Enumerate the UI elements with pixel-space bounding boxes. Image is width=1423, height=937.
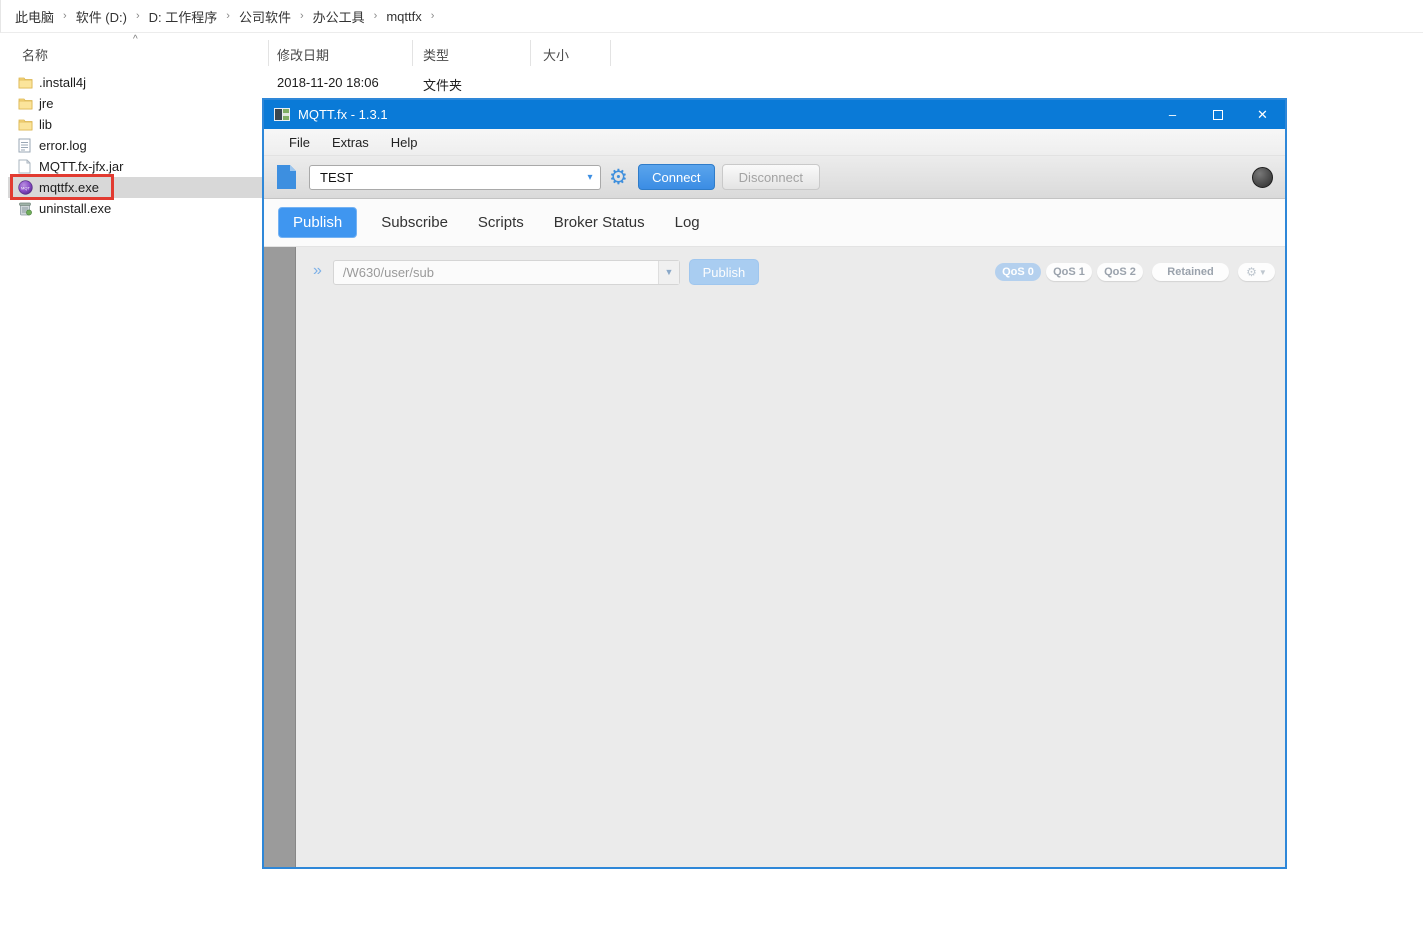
menu-help[interactable]: Help bbox=[380, 135, 429, 150]
uninstaller-icon bbox=[18, 201, 33, 216]
breadcrumb-separator: › bbox=[136, 10, 140, 22]
connect-button[interactable]: Connect bbox=[638, 164, 715, 190]
tab-bar: Publish Subscribe Scripts Broker Status … bbox=[264, 199, 1285, 247]
breadcrumb-separator: › bbox=[226, 10, 230, 22]
qos0-toggle[interactable]: QoS 0 bbox=[995, 263, 1041, 281]
jar-file-icon bbox=[18, 159, 33, 174]
breadcrumb-item-mqttfx[interactable]: mqttfx bbox=[386, 9, 421, 24]
log-file-icon bbox=[18, 138, 33, 153]
folder-icon bbox=[18, 96, 33, 111]
breadcrumb-separator: › bbox=[300, 10, 304, 22]
publish-tab-content: » /W630/user/sub ▼ Publish QoS 0 QoS 1 Q… bbox=[264, 247, 1285, 867]
file-row-install4j[interactable]: .install4j 2018-11-20 18:06 文件夹 bbox=[0, 72, 620, 93]
publish-topic-dropdown[interactable]: /W630/user/sub ▼ bbox=[333, 260, 680, 285]
qos2-toggle[interactable]: QoS 2 bbox=[1097, 263, 1143, 281]
column-divider[interactable] bbox=[412, 40, 413, 66]
file-type: 文件夹 bbox=[423, 75, 462, 94]
maximize-button[interactable] bbox=[1195, 100, 1240, 129]
close-button[interactable]: ✕ bbox=[1240, 100, 1285, 129]
menu-file[interactable]: File bbox=[278, 135, 321, 150]
file-date-modified: 2018-11-20 18:06 bbox=[277, 75, 379, 90]
file-name: error.log bbox=[39, 138, 87, 153]
column-header-size[interactable]: 大小 bbox=[543, 45, 569, 64]
connection-profile-dropdown[interactable]: TEST ▾ bbox=[309, 165, 601, 190]
publish-controls-row: » /W630/user/sub ▼ Publish QoS 0 QoS 1 Q… bbox=[296, 257, 1285, 287]
file-name: lib bbox=[39, 117, 52, 132]
file-name: .install4j bbox=[39, 75, 86, 90]
tab-broker-status[interactable]: Broker Status bbox=[554, 214, 645, 231]
menu-extras[interactable]: Extras bbox=[321, 135, 380, 150]
connection-status-indicator bbox=[1252, 167, 1273, 188]
breadcrumb: 此电脑 › 软件 (D:) › D: 工作程序 › 公司软件 › 办公工具 › … bbox=[0, 0, 1423, 33]
file-list-column-headers: ^ 名称 修改日期 类型 大小 bbox=[0, 40, 700, 66]
chevron-down-icon[interactable]: ▼ bbox=[658, 261, 679, 284]
column-header-type[interactable]: 类型 bbox=[423, 45, 449, 64]
column-header-name[interactable]: 名称 bbox=[22, 45, 48, 64]
breadcrumb-item-this-pc[interactable]: 此电脑 bbox=[15, 7, 54, 26]
mqttfx-window: MQTT.fx - 1.3.1 – ✕ File Extras Help TES… bbox=[262, 98, 1287, 869]
mqttfx-titlebar-icon bbox=[274, 108, 290, 121]
connection-toolbar: TEST ▾ ⚙ Connect Disconnect bbox=[264, 156, 1285, 199]
column-divider[interactable] bbox=[268, 40, 269, 66]
column-header-date-modified[interactable]: 修改日期 bbox=[277, 45, 329, 64]
menu-bar: File Extras Help bbox=[264, 129, 1285, 156]
tab-scripts[interactable]: Scripts bbox=[478, 214, 524, 231]
connection-profile-value: TEST bbox=[310, 170, 580, 185]
chevron-down-icon: ▼ bbox=[1259, 268, 1267, 277]
folder-icon bbox=[18, 117, 33, 132]
expand-panel-chevron-icon[interactable]: » bbox=[313, 262, 322, 280]
maximize-icon bbox=[1213, 110, 1223, 120]
connection-settings-gear-icon[interactable]: ⚙ bbox=[609, 167, 628, 188]
breadcrumb-separator: › bbox=[431, 10, 435, 22]
gear-icon: ⚙ bbox=[1246, 265, 1257, 279]
collapsed-side-panel bbox=[264, 247, 296, 867]
annotation-red-box bbox=[10, 174, 114, 200]
tab-log[interactable]: Log bbox=[675, 214, 700, 231]
retained-toggle[interactable]: Retained bbox=[1152, 263, 1229, 281]
qos1-toggle[interactable]: QoS 1 bbox=[1046, 263, 1092, 281]
breadcrumb-item-work-programs[interactable]: D: 工作程序 bbox=[149, 7, 218, 26]
publish-options-button[interactable]: ⚙ ▼ bbox=[1238, 263, 1275, 281]
breadcrumb-separator: › bbox=[374, 10, 378, 22]
folder-icon bbox=[18, 75, 33, 90]
tab-subscribe[interactable]: Subscribe bbox=[381, 214, 448, 231]
titlebar[interactable]: MQTT.fx - 1.3.1 – ✕ bbox=[264, 100, 1285, 129]
breadcrumb-item-company-software[interactable]: 公司软件 bbox=[239, 7, 291, 26]
disconnect-button[interactable]: Disconnect bbox=[722, 164, 820, 190]
file-name: uninstall.exe bbox=[39, 201, 111, 216]
column-divider[interactable] bbox=[610, 40, 611, 66]
profile-file-icon bbox=[276, 164, 297, 190]
breadcrumb-item-drive-d[interactable]: 软件 (D:) bbox=[76, 7, 127, 26]
column-divider[interactable] bbox=[530, 40, 531, 66]
publish-topic-value: /W630/user/sub bbox=[334, 265, 658, 280]
minimize-icon: – bbox=[1169, 107, 1176, 122]
minimize-button[interactable]: – bbox=[1150, 100, 1195, 129]
tab-publish[interactable]: Publish bbox=[278, 207, 357, 238]
file-name: jre bbox=[39, 96, 53, 111]
file-name: MQTT.fx-jfx.jar bbox=[39, 159, 124, 174]
breadcrumb-item-office-tools[interactable]: 办公工具 bbox=[313, 7, 365, 26]
chevron-down-icon: ▾ bbox=[580, 172, 600, 183]
sort-ascending-icon: ^ bbox=[133, 34, 138, 45]
breadcrumb-separator: › bbox=[63, 10, 67, 22]
window-title: MQTT.fx - 1.3.1 bbox=[298, 107, 388, 122]
publish-button[interactable]: Publish bbox=[689, 259, 759, 285]
close-icon: ✕ bbox=[1257, 107, 1268, 123]
